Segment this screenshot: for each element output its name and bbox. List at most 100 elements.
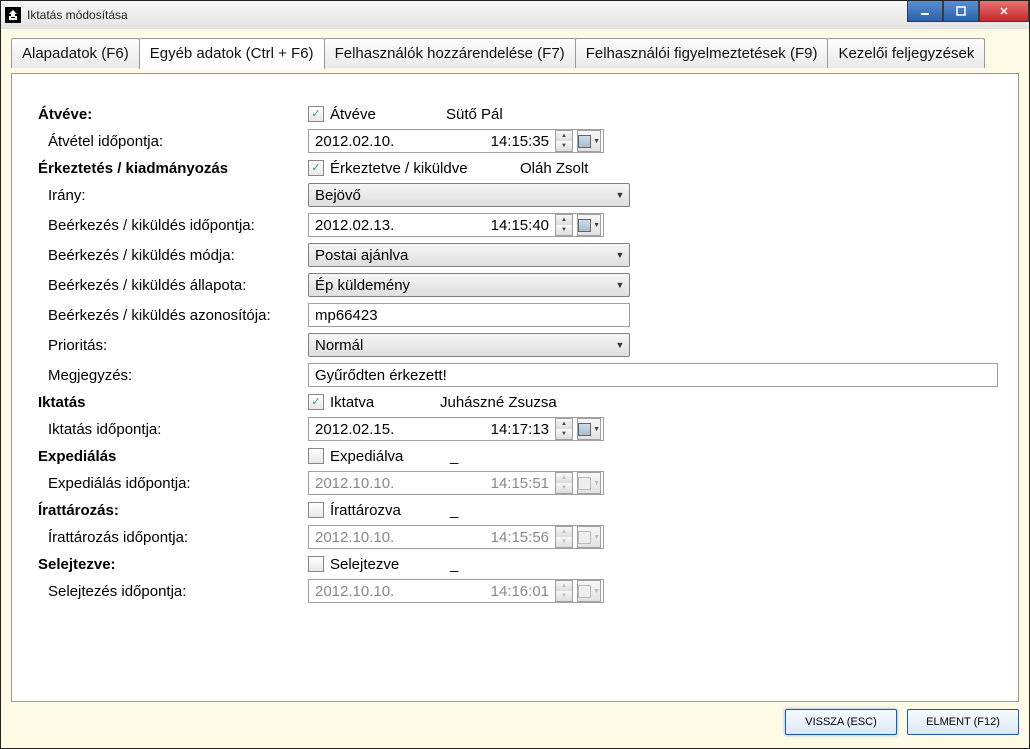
checkbox-iktatva[interactable] — [308, 394, 324, 410]
input-beerk-azon[interactable]: mp66423 — [308, 303, 630, 327]
checkbox-erkeztetve[interactable] — [308, 160, 324, 176]
chevron-down-icon: ▼ — [611, 334, 629, 356]
checkbox-selejtezve[interactable] — [308, 556, 324, 572]
tab-panel-egyeb: Átvéve: Átvéve Sütő Pál Átvétel időpontj… — [11, 73, 1019, 702]
checkbox-irattarozva[interactable] — [308, 502, 324, 518]
datetime-iratt-date: 2012.10.10. — [315, 529, 435, 546]
calendar-button: ▼ — [577, 472, 601, 494]
input-megj-value: Gyűrődten érkezett! — [315, 367, 447, 384]
tab-strip: Alapadatok (F6) Egyéb adatok (Ctrl + F6)… — [5, 33, 1025, 68]
datetime-selejt-date: 2012.10.10. — [315, 583, 435, 600]
calendar-icon — [578, 585, 591, 598]
client-area: Alapadatok (F6) Egyéb adatok (Ctrl + F6)… — [1, 29, 1029, 748]
datetime-beerk[interactable]: 2012.02.13. 14:15:40 ▲▼ ▼ — [308, 213, 604, 237]
footer: VISSZA (ESC) ELMENT (F12) — [11, 706, 1019, 738]
checkbox-irattarozva-label: Írattározva — [330, 502, 420, 519]
window-buttons — [907, 1, 1029, 22]
spinner-icon: ▲▼ — [555, 472, 573, 494]
combo-beerk-mod-value: Postai ajánlva — [315, 247, 611, 264]
checkbox-erkeztetve-label: Érkeztetve / kiküldve — [330, 160, 490, 177]
input-megj[interactable]: Gyűrődten érkezett! — [308, 363, 998, 387]
calendar-button[interactable]: ▼ — [577, 214, 601, 236]
combo-beerk-mod[interactable]: Postai ajánlva▼ — [308, 243, 630, 267]
checkbox-selejtezve-label: Selejtezve — [330, 556, 420, 573]
back-button[interactable]: VISSZA (ESC) — [785, 709, 897, 735]
calendar-icon — [578, 531, 591, 544]
datetime-selejt: 2012.10.10. 14:16:01 ▲▼ ▼ — [308, 579, 604, 603]
app-icon — [5, 7, 21, 23]
combo-beerk-allapot[interactable]: Ép küldemény▼ — [308, 273, 630, 297]
label-expedialas: Expediálás — [38, 448, 308, 465]
datetime-exped: 2012.10.10. 14:15:51 ▲▼ ▼ — [308, 471, 604, 495]
datetime-atvetel-date: 2012.02.10. — [315, 133, 435, 150]
spinner-icon[interactable]: ▲▼ — [555, 214, 573, 236]
datetime-iktatas-time: 14:17:13 — [435, 421, 553, 438]
datetime-iratt-time: 14:15:56 — [435, 529, 553, 546]
combo-irany-value: Bejövő — [315, 187, 611, 204]
label-beerk-azon: Beérkezés / kiküldés azonosítója: — [38, 307, 308, 324]
label-irattarozas: Írattározás: — [38, 502, 308, 519]
calendar-icon — [578, 477, 591, 490]
checkbox-atveve[interactable] — [308, 106, 324, 122]
datetime-iktatas[interactable]: 2012.02.15. 14:17:13 ▲▼ ▼ — [308, 417, 604, 441]
label-atveve: Átvéve: — [38, 106, 308, 123]
chevron-down-icon: ▼ — [593, 588, 600, 595]
person-iktatva: Juhászné Zsuzsa — [440, 394, 557, 411]
input-beerk-azon-value: mp66423 — [315, 307, 378, 324]
checkbox-atveve-label: Átvéve — [330, 106, 416, 123]
chevron-down-icon: ▼ — [593, 534, 600, 541]
spinner-icon[interactable]: ▲▼ — [555, 130, 573, 152]
save-button[interactable]: ELMENT (F12) — [907, 709, 1019, 735]
close-button[interactable] — [979, 1, 1029, 22]
combo-prioritas[interactable]: Normál▼ — [308, 333, 630, 357]
datetime-selejt-time: 14:16:01 — [435, 583, 553, 600]
tab-figyelmeztetesek[interactable]: Felhasználói figyelmeztetések (F9) — [575, 38, 829, 68]
maximize-button[interactable] — [943, 1, 979, 22]
datetime-iratt: 2012.10.10. 14:15:56 ▲▼ ▼ — [308, 525, 604, 549]
label-selejtezes-ido: Selejtezés időpontja: — [38, 583, 308, 600]
checkbox-expedialva-label: Expediálva — [330, 448, 420, 465]
label-irattarozas-ido: Írattározás időpontja: — [38, 529, 308, 546]
spinner-icon: ▲▼ — [555, 580, 573, 602]
calendar-icon — [578, 219, 591, 232]
tab-egyeb-adatok[interactable]: Egyéb adatok (Ctrl + F6) — [139, 38, 325, 69]
spinner-icon: ▲▼ — [555, 526, 573, 548]
chevron-down-icon: ▼ — [611, 274, 629, 296]
combo-irany[interactable]: Bejövő▼ — [308, 183, 630, 207]
minimize-button[interactable] — [907, 1, 943, 22]
chevron-down-icon: ▼ — [593, 480, 600, 487]
calendar-button[interactable]: ▼ — [577, 418, 601, 440]
calendar-icon — [578, 135, 591, 148]
spinner-icon[interactable]: ▲▼ — [555, 418, 573, 440]
label-iktatas-ido: Iktatás időpontja: — [38, 421, 308, 438]
label-beerk-allapot: Beérkezés / kiküldés állapota: — [38, 277, 308, 294]
datetime-iktatas-date: 2012.02.15. — [315, 421, 435, 438]
label-expedialas-ido: Expediálás időpontja: — [38, 475, 308, 492]
tab-alapadatok[interactable]: Alapadatok (F6) — [11, 38, 140, 68]
calendar-icon — [578, 423, 591, 436]
combo-beerk-allapot-value: Ép küldemény — [315, 277, 611, 294]
label-irany: Irány: — [38, 187, 308, 204]
datetime-beerk-date: 2012.02.13. — [315, 217, 435, 234]
calendar-button: ▼ — [577, 580, 601, 602]
tab-felhasznalok[interactable]: Felhasználók hozzárendelése (F7) — [324, 38, 576, 68]
label-erkeztetes: Érkeztetés / kiadmányozás — [38, 160, 308, 177]
window: Iktatás módosítása Alapadatok (F6) Egyéb… — [0, 0, 1030, 749]
checkbox-expedialva[interactable] — [308, 448, 324, 464]
person-atveve: Sütő Pál — [446, 106, 503, 123]
label-megj: Megjegyzés: — [38, 367, 308, 384]
combo-prioritas-value: Normál — [315, 337, 611, 354]
chevron-down-icon: ▼ — [611, 184, 629, 206]
label-beerk-ido: Beérkezés / kiküldés időpontja: — [38, 217, 308, 234]
datetime-exped-date: 2012.10.10. — [315, 475, 435, 492]
person-irattarozva: _ — [450, 502, 458, 519]
datetime-atvetel[interactable]: 2012.02.10. 14:15:35 ▲▼ ▼ — [308, 129, 604, 153]
person-expedialva: _ — [450, 448, 458, 465]
calendar-button: ▼ — [577, 526, 601, 548]
label-beerk-mod: Beérkezés / kiküldés módja: — [38, 247, 308, 264]
person-selejtezve: _ — [450, 556, 458, 573]
tab-kezeloi[interactable]: Kezelői feljegyzések — [827, 38, 985, 68]
calendar-button[interactable]: ▼ — [577, 130, 601, 152]
chevron-down-icon: ▼ — [593, 426, 600, 433]
person-erkeztetve: Oláh Zsolt — [520, 160, 588, 177]
